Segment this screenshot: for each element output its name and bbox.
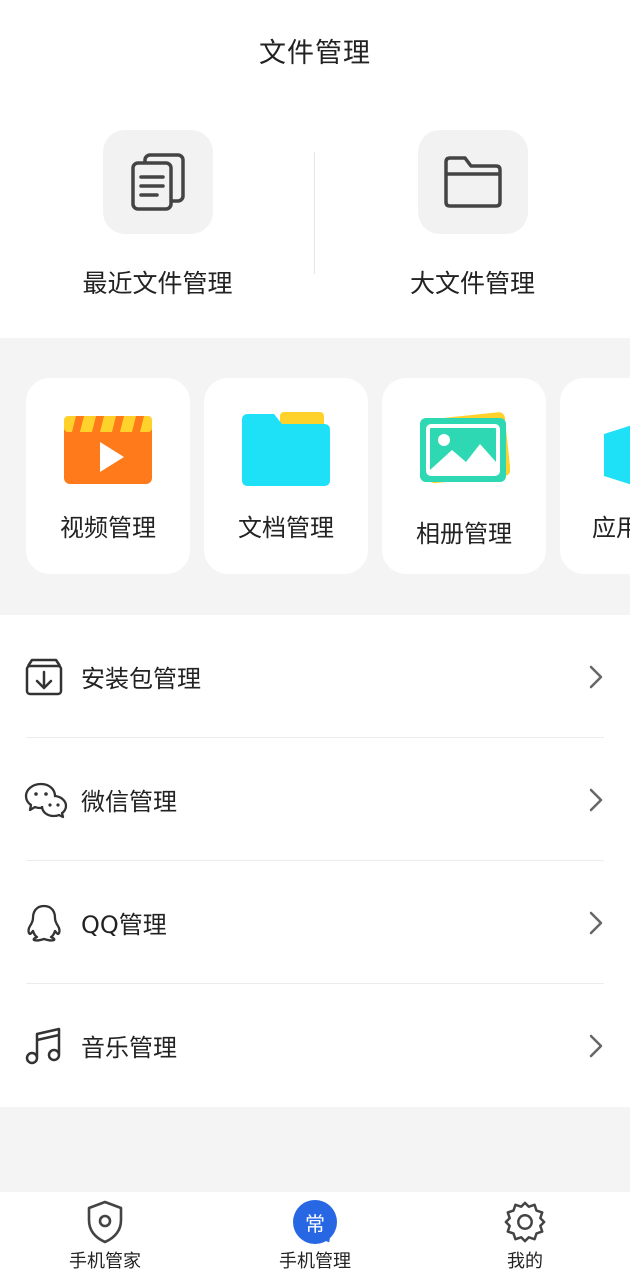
category-card-documents[interactable]: 文档管理	[204, 378, 368, 574]
category-label: 视频管理	[60, 514, 156, 542]
photo-album-icon	[418, 410, 511, 490]
category-label: 相册管理	[416, 520, 512, 548]
document-folder-icon	[240, 410, 332, 490]
category-label: 文档管理	[238, 514, 334, 542]
tab-mine[interactable]: 我的	[420, 1192, 630, 1280]
list-item-label: QQ管理	[81, 911, 167, 939]
app-box-icon	[602, 410, 630, 490]
category-card-video[interactable]: 视频管理	[26, 378, 190, 574]
documents-icon	[102, 130, 213, 234]
page-title: 文件管理	[259, 37, 371, 69]
list-item-package[interactable]: 安装包管理	[0, 615, 630, 738]
category-card-album[interactable]: 相册管理	[382, 378, 546, 574]
top-cards: 最近文件管理 大文件管理	[0, 100, 630, 338]
tab-label: 手机管家	[69, 1251, 141, 1272]
package-download-icon	[24, 658, 64, 696]
video-icon	[62, 410, 154, 490]
qq-icon	[24, 904, 64, 942]
category-label: 应用	[592, 514, 630, 542]
recent-files-card[interactable]: 最近文件管理	[0, 130, 315, 320]
tab-label: 我的	[507, 1251, 543, 1272]
chevron-right-icon	[588, 664, 604, 690]
chevron-right-icon	[588, 910, 604, 936]
gear-icon	[503, 1199, 547, 1245]
list-item-label: 微信管理	[81, 788, 177, 816]
large-files-label: 大文件管理	[409, 269, 535, 298]
tab-label: 手机管理	[279, 1251, 351, 1272]
chevron-right-icon	[588, 1033, 604, 1059]
bottom-tab-bar: 手机管家 常 手机管理 我的	[0, 1192, 630, 1280]
category-scroller[interactable]: 视频管理 文档管理 相册管理 应用	[0, 338, 630, 615]
chevron-right-icon	[588, 787, 604, 813]
list-item-qq[interactable]: QQ管理	[0, 861, 630, 984]
tab-phone-management[interactable]: 常 手机管理	[210, 1192, 420, 1280]
tab-phone-guardian[interactable]: 手机管家	[0, 1192, 210, 1280]
wechat-icon	[24, 781, 68, 819]
large-files-card[interactable]: 大文件管理	[315, 130, 630, 320]
list-item-label: 音乐管理	[81, 1034, 177, 1062]
recent-files-label: 最近文件管理	[82, 269, 233, 298]
list-item-wechat[interactable]: 微信管理	[0, 738, 630, 861]
active-tab-badge: 常	[293, 1200, 337, 1244]
active-badge-icon: 常	[293, 1199, 337, 1245]
page-header: 文件管理	[0, 0, 630, 100]
list-item-label: 安装包管理	[81, 665, 201, 693]
category-card-apps[interactable]: 应用	[560, 378, 630, 574]
management-list: 安装包管理 微信管理 QQ管理 音乐管理	[0, 615, 630, 1107]
list-item-music[interactable]: 音乐管理	[0, 984, 630, 1107]
folder-outline-icon	[417, 130, 528, 234]
music-note-icon	[24, 1027, 64, 1065]
shield-icon	[83, 1199, 127, 1245]
